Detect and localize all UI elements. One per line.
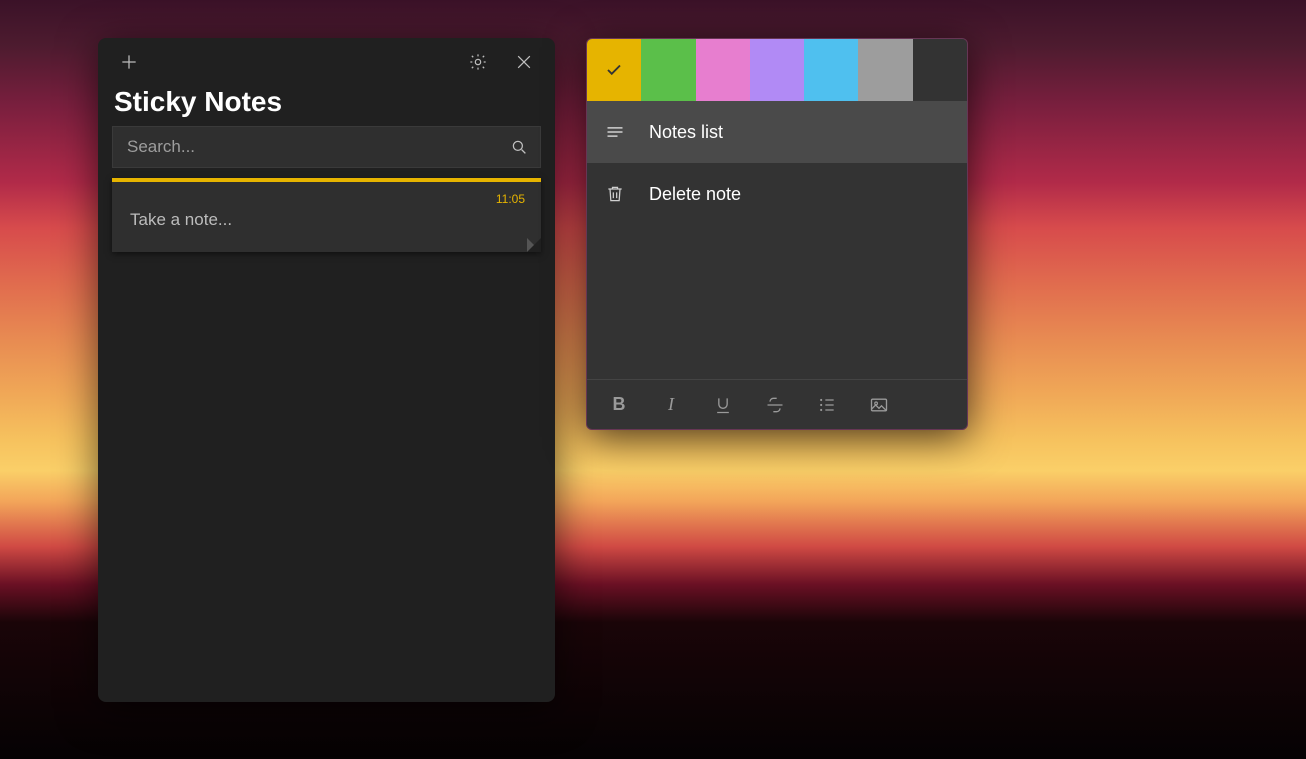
sticky-notes-main-window: Sticky Notes 11:05 Take a note... [98,38,555,702]
format-underline-button[interactable] [697,380,749,430]
underline-icon [713,395,733,415]
search-icon [498,126,540,168]
image-icon [869,395,889,415]
format-italic-button[interactable]: I [645,380,697,430]
color-swatch-pink[interactable] [696,39,750,101]
format-strikethrough-button[interactable] [749,380,801,430]
insert-image-button[interactable] [853,380,905,430]
menu-item-delete-note[interactable]: Delete note [587,163,967,225]
trash-icon [605,184,625,204]
plus-icon [119,52,139,72]
close-button[interactable] [501,39,547,85]
note-color-picker [587,39,967,101]
search-field[interactable] [112,126,541,168]
checkmark-icon [605,61,623,79]
note-preview-text: Take a note... [130,210,525,230]
close-icon [514,52,534,72]
new-note-button[interactable] [106,39,152,85]
color-swatch-charcoal[interactable] [913,39,967,101]
note-card[interactable]: 11:05 Take a note... [112,178,541,252]
color-swatch-purple[interactable] [750,39,804,101]
color-swatch-green[interactable] [641,39,695,101]
settings-button[interactable] [455,39,501,85]
note-fold-corner [527,238,541,252]
note-timestamp: 11:05 [130,192,525,206]
bullet-list-icon [817,395,837,415]
color-swatch-blue[interactable] [804,39,858,101]
menu-item-label: Delete note [649,184,741,205]
color-swatch-yellow[interactable] [587,39,641,101]
search-input[interactable] [113,127,498,167]
main-titlebar [98,38,555,86]
format-bullets-button[interactable] [801,380,853,430]
color-swatch-gray[interactable] [858,39,912,101]
gear-icon [468,52,488,72]
list-icon [605,122,625,142]
note-editor-body[interactable] [587,225,967,379]
app-title: Sticky Notes [98,86,555,126]
menu-item-notes-list[interactable]: Notes list [587,101,967,163]
note-format-toolbar: B I [587,379,967,429]
menu-item-label: Notes list [649,122,723,143]
strikethrough-icon [765,395,785,415]
format-bold-button[interactable]: B [593,380,645,430]
sticky-note-window: Notes list Delete note B I [586,38,968,430]
